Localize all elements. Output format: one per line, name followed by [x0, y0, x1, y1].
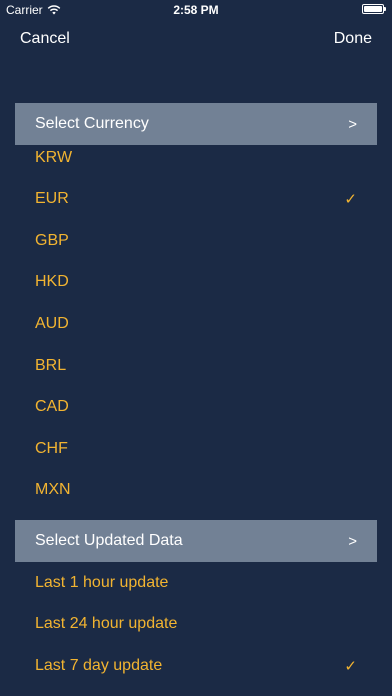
currency-item[interactable]: CHF: [15, 428, 377, 469]
select-currency-label: Select Currency: [35, 115, 149, 132]
navigation-bar: Cancel Done: [0, 26, 392, 56]
battery-icon: [362, 4, 386, 14]
done-button[interactable]: Done: [334, 30, 372, 48]
chevron-right-icon: >: [348, 115, 357, 133]
currency-item-label: CAD: [35, 398, 69, 416]
select-updated-data-header[interactable]: Select Updated Data >: [15, 520, 377, 562]
update-period-item-label: Last 7 day update: [35, 656, 163, 674]
currency-item-label: CHF: [35, 439, 68, 457]
currency-item[interactable]: KRW: [15, 137, 377, 178]
update-period-item[interactable]: Last 1 hour update: [15, 562, 377, 603]
currency-item-label: AUD: [35, 314, 69, 332]
currency-item[interactable]: HKD: [15, 262, 377, 303]
currency-item-label: GBP: [35, 231, 69, 249]
currency-item[interactable]: MXN: [15, 470, 377, 511]
checkmark-icon: ✓: [344, 191, 357, 209]
update-period-item[interactable]: Last 24 hour update: [15, 604, 377, 645]
cancel-button[interactable]: Cancel: [20, 30, 70, 48]
currency-item-label: BRL: [35, 356, 67, 374]
update-period-item[interactable]: Last 7 day update ✓: [15, 645, 377, 686]
currency-item-label: EUR: [35, 190, 69, 208]
currency-item[interactable]: EUR ✓: [15, 179, 377, 220]
currency-item[interactable]: BRL: [15, 345, 377, 386]
currency-item[interactable]: GBP: [15, 220, 377, 261]
update-period-item-label: Last 1 hour update: [35, 573, 169, 591]
currency-item[interactable]: AUD: [15, 303, 377, 344]
status-bar: Carrier 2:58 PM: [0, 0, 392, 20]
currency-item[interactable]: CAD: [15, 387, 377, 428]
checkmark-icon: ✓: [344, 657, 357, 675]
currency-item-label: HKD: [35, 273, 69, 291]
select-updated-data-label: Select Updated Data: [35, 532, 183, 549]
currency-item-label: MXN: [35, 481, 71, 499]
status-time: 2:58 PM: [173, 3, 219, 17]
chevron-right-icon: >: [348, 532, 357, 550]
currency-item-label: KRW: [35, 148, 73, 166]
update-period-item-label: Last 24 hour update: [35, 615, 178, 633]
